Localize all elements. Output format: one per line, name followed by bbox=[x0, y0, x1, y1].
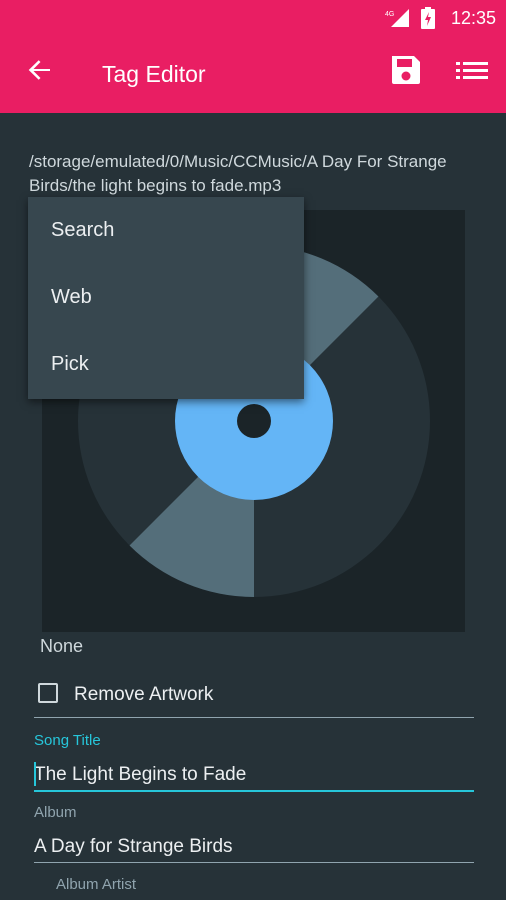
menu-item-search[interactable]: Search bbox=[28, 197, 304, 264]
album-underline bbox=[34, 862, 474, 863]
album-artist-label: Album Artist bbox=[56, 876, 137, 893]
menu-item-web[interactable]: Web bbox=[28, 264, 304, 331]
text-cursor bbox=[34, 762, 36, 786]
list-icon[interactable] bbox=[454, 55, 490, 87]
song-title-underline bbox=[34, 790, 474, 792]
back-arrow-icon[interactable] bbox=[24, 54, 56, 86]
remove-artwork-checkbox[interactable] bbox=[38, 683, 58, 703]
song-title-input[interactable]: The Light Begins to Fade bbox=[34, 764, 246, 786]
app-bar: Tag Editor bbox=[0, 36, 506, 113]
artwork-source-label: None bbox=[40, 636, 84, 656]
page-title: Tag Editor bbox=[102, 61, 206, 87]
menu-item-pick[interactable]: Pick bbox=[28, 331, 304, 398]
album-label: Album bbox=[34, 804, 77, 821]
divider bbox=[34, 717, 474, 718]
status-bar: 4G 12:35 bbox=[0, 0, 506, 36]
artwork-options-menu: Search Web Pick bbox=[28, 197, 304, 399]
save-icon[interactable] bbox=[388, 52, 424, 88]
song-title-label: Song Title bbox=[34, 732, 101, 749]
battery-charging-icon bbox=[421, 7, 435, 29]
status-time: 12:35 bbox=[450, 8, 496, 28]
remove-artwork-row[interactable]: Remove Artwork bbox=[34, 680, 474, 718]
album-input[interactable]: A Day for Strange Birds bbox=[34, 836, 233, 858]
signal-icon: 4G bbox=[385, 9, 409, 27]
remove-artwork-label: Remove Artwork bbox=[74, 684, 214, 705]
file-path: /storage/emulated/0/Music/CCMusic/A Day … bbox=[29, 152, 447, 195]
svg-text:4G: 4G bbox=[385, 11, 394, 18]
